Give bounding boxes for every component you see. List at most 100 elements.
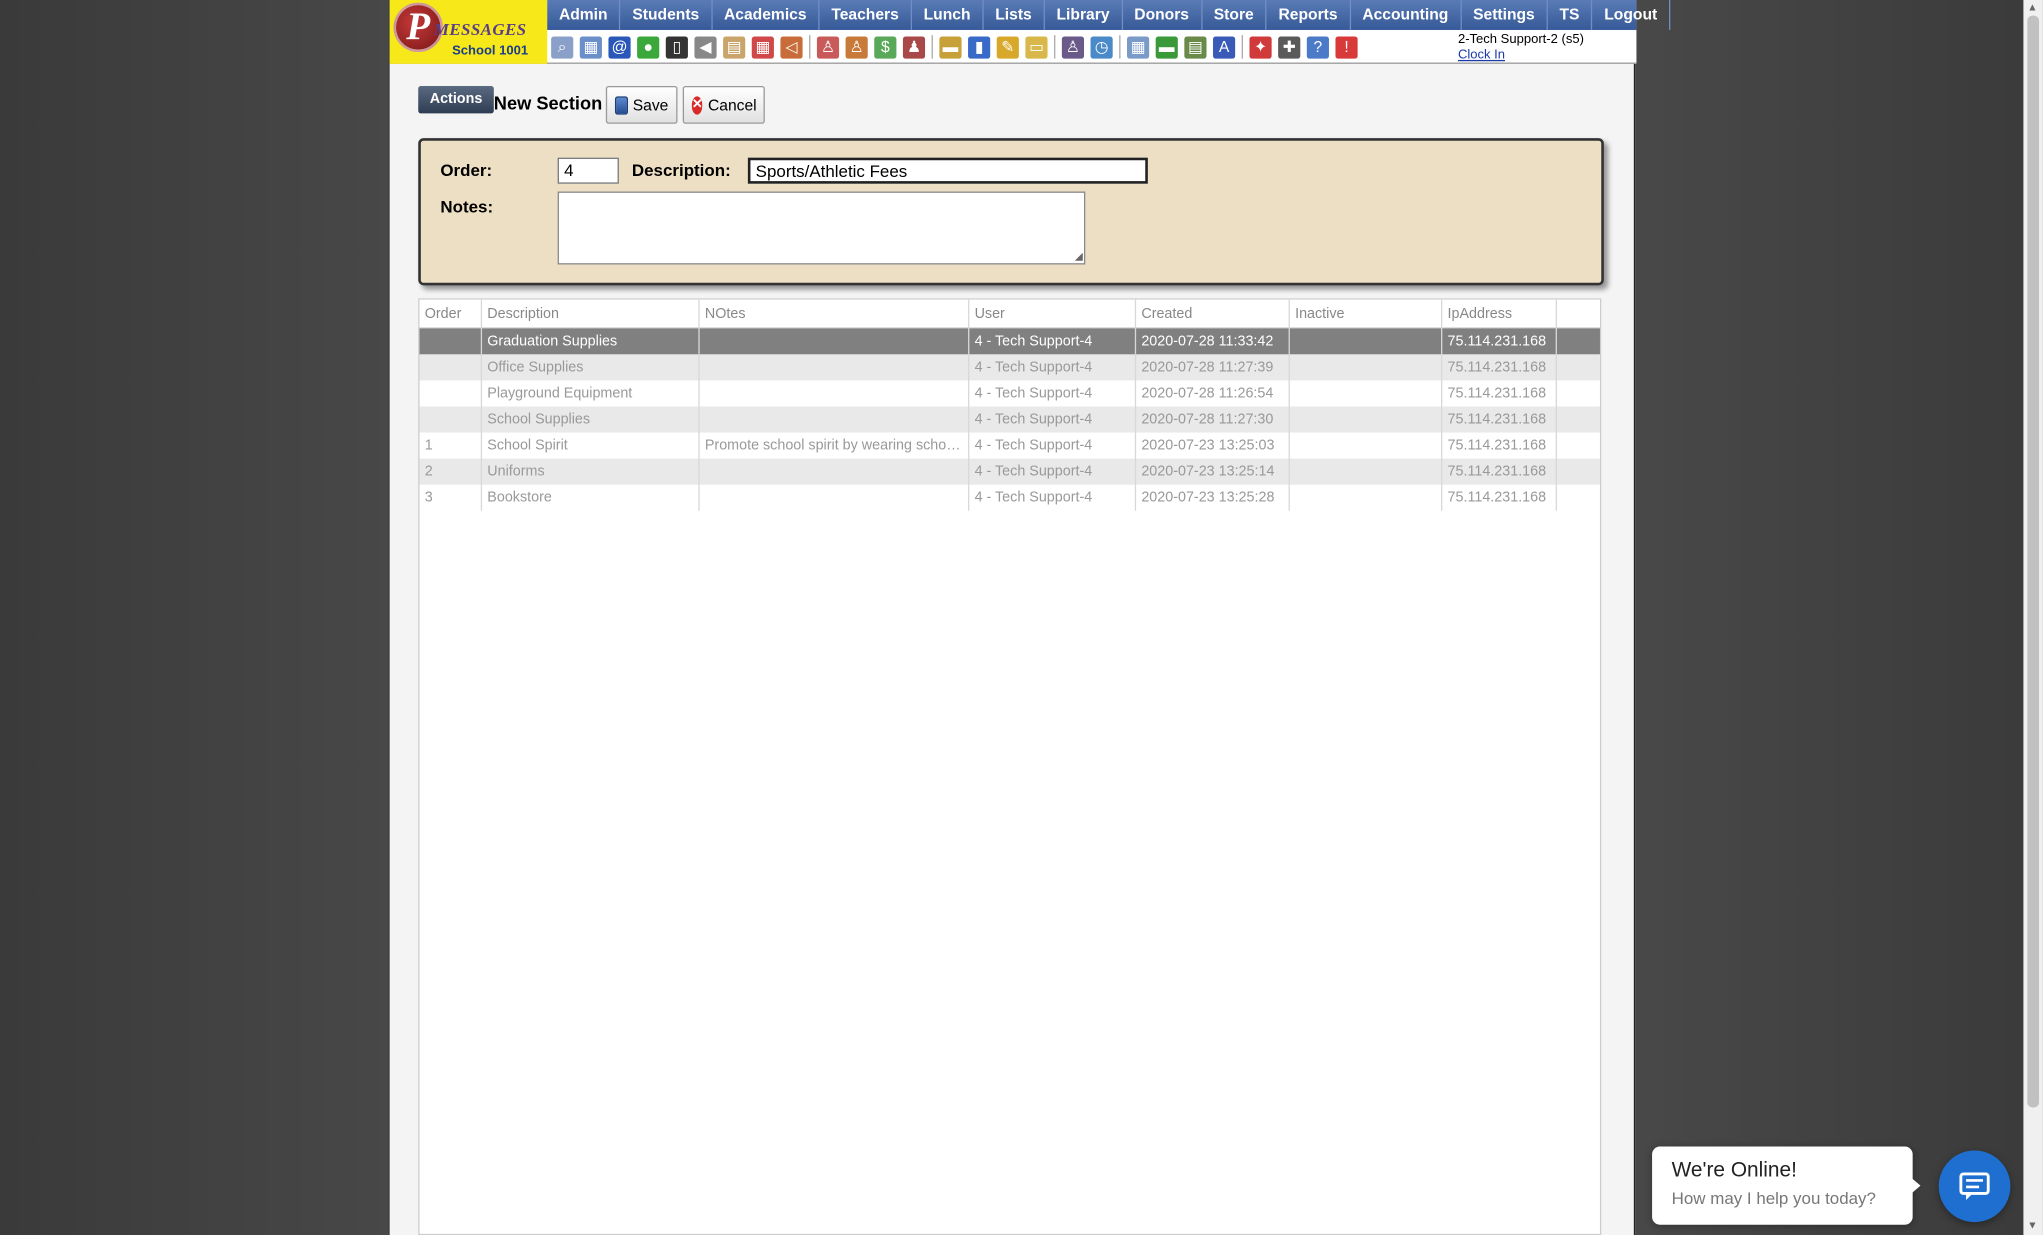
- cell-order: [420, 380, 483, 407]
- chat-subtitle: How may I help you today?: [1671, 1188, 1876, 1208]
- table-row[interactable]: 1 School Spirit Promote school spirit by w…: [420, 432, 1600, 459]
- table-row[interactable]: School Supplies 4 - Tech Support-4 2020-07…: [419, 406, 1600, 433]
- user-info: 2-Tech Support-2 (s5) Clock In: [1458, 33, 1584, 63]
- menu-item-store[interactable]: Store: [1202, 0, 1267, 30]
- column-header-ipaddress[interactable]: IpAddress: [1442, 299, 1557, 329]
- clock-icon[interactable]: ◷: [1090, 35, 1113, 58]
- table-row[interactable]: 3 Bookstore 4 - Tech Support-4 2020-07-23 1…: [420, 484, 1600, 511]
- search-icon[interactable]: ⌕: [551, 35, 574, 58]
- description-label: Description:: [631, 160, 731, 180]
- help-icon[interactable]: ?: [1306, 35, 1329, 58]
- table-icon[interactable]: ▦: [1127, 35, 1150, 58]
- cell-created: 2020-07-28 11:33:42: [1136, 328, 1290, 355]
- table-row[interactable]: 2 Uniforms 4 - Tech Support-4 2020-07-23 13…: [419, 458, 1600, 485]
- menu-item-settings[interactable]: Settings: [1461, 0, 1548, 30]
- save-label: Save: [632, 95, 669, 115]
- column-header-description[interactable]: Description: [482, 299, 700, 329]
- cell-description: Office Supplies: [482, 354, 700, 381]
- cell-ip: 75.114.231.168: [1442, 458, 1557, 485]
- megaphone-icon[interactable]: ◁: [780, 35, 803, 58]
- order-label: Order:: [440, 160, 493, 180]
- table-row[interactable]: Office Supplies 4 - Tech Support-4 2020-07…: [419, 354, 1600, 381]
- column-header-created[interactable]: Created: [1136, 299, 1290, 329]
- menu-item-academics[interactable]: Academics: [712, 0, 820, 30]
- menu-item-lunch[interactable]: Lunch: [912, 0, 984, 30]
- toolbar-separator: [809, 35, 811, 59]
- cell-notes: Promote school spirit by wearing schoo..…: [700, 432, 970, 459]
- table-row[interactable]: Playground Equipment 4 - Tech Support-4 20…: [420, 380, 1600, 407]
- cell-description: Uniforms: [482, 458, 700, 485]
- cell-ip: 75.114.231.168: [1442, 328, 1557, 355]
- page-title: New Section: [493, 92, 603, 114]
- cell-created: 2020-07-23 13:25:28: [1136, 484, 1290, 511]
- save-button[interactable]: Save: [605, 85, 678, 124]
- order-field[interactable]: 4: [557, 157, 619, 184]
- menu-item-accounting[interactable]: Accounting: [1351, 0, 1462, 30]
- person-icon[interactable]: ♙: [1061, 35, 1085, 58]
- teacher-icon[interactable]: ♙: [845, 35, 868, 58]
- scroll-up-icon[interactable]: ▲: [2027, 1, 2037, 13]
- chat-icon[interactable]: ●: [637, 35, 660, 58]
- book-icon[interactable]: ▮: [968, 35, 991, 58]
- cell-description: School Spirit: [482, 432, 700, 459]
- menu-item-donors[interactable]: Donors: [1123, 0, 1203, 30]
- cell-ip: 75.114.231.168: [1442, 432, 1557, 459]
- pencil-icon[interactable]: ✎: [996, 35, 1019, 58]
- cell-created: 2020-07-23 13:25:03: [1136, 432, 1290, 459]
- cell-extra: [1557, 433, 1599, 459]
- menu-item-library[interactable]: Library: [1045, 0, 1123, 30]
- table-row[interactable]: Graduation Supplies 4 - Tech Support-4 202…: [419, 328, 1600, 355]
- tools-icon[interactable]: ✚: [1278, 35, 1301, 58]
- power-icon[interactable]: !: [1335, 35, 1358, 58]
- column-header-order[interactable]: Order: [420, 299, 483, 329]
- notes-textarea[interactable]: ◢: [557, 191, 1086, 265]
- menu-item-reports[interactable]: Reports: [1267, 0, 1351, 30]
- menu-item-teachers[interactable]: Teachers: [820, 0, 912, 30]
- scroll-down-icon[interactable]: ▼: [2027, 1220, 2037, 1232]
- pdf-icon[interactable]: ✦: [1249, 35, 1272, 58]
- column-header-user[interactable]: User: [969, 299, 1137, 329]
- menu-item-admin[interactable]: Admin: [547, 0, 621, 30]
- menu-item-lists[interactable]: Lists: [984, 0, 1045, 30]
- grid-icon[interactable]: ▦: [579, 35, 602, 58]
- card-icon[interactable]: ▬: [1155, 35, 1178, 58]
- page-scrollbar[interactable]: ▲ ▼: [2023, 0, 2043, 1235]
- cell-description: School Supplies: [482, 406, 700, 433]
- scroll-thumb[interactable]: [2027, 15, 2040, 1108]
- group-icon[interactable]: ♟: [902, 35, 926, 58]
- cell-user: 4 - Tech Support-4: [969, 484, 1137, 511]
- cell-notes: [700, 380, 970, 407]
- calendar-icon[interactable]: ▦: [751, 35, 774, 58]
- ap-icon[interactable]: A: [1212, 35, 1236, 58]
- cell-inactive: [1290, 380, 1443, 407]
- chat-popup[interactable]: We're Online! How may I help you today?: [1652, 1146, 1921, 1225]
- actions-tab[interactable]: Actions: [418, 85, 494, 114]
- folder-icon[interactable]: ▭: [1025, 35, 1048, 58]
- printer-icon[interactable]: ▤: [1184, 35, 1207, 58]
- column-header-notes[interactable]: NOtes: [700, 299, 970, 329]
- cell-created: 2020-07-28 11:27:39: [1136, 354, 1290, 381]
- chat-launcher-button[interactable]: [1938, 1150, 2011, 1223]
- document-icon[interactable]: ▤: [723, 35, 746, 58]
- resize-grip-icon[interactable]: ◢: [1075, 250, 1083, 262]
- description-field[interactable]: Sports/Athletic Fees: [747, 157, 1148, 184]
- phone-icon[interactable]: ▯: [665, 35, 688, 58]
- cancel-label: Cancel: [707, 95, 757, 115]
- cell-inactive: [1290, 432, 1443, 459]
- menu-item-students[interactable]: Students: [621, 0, 713, 30]
- menu-item-logout[interactable]: Logout: [1593, 0, 1671, 30]
- cell-user: 4 - Tech Support-4: [969, 406, 1137, 433]
- column-header-inactive[interactable]: Inactive: [1290, 299, 1443, 329]
- clock-in-link[interactable]: Clock In: [1458, 48, 1584, 62]
- logo[interactable]: P MESSAGES School 1001: [389, 0, 548, 64]
- money-icon[interactable]: $: [874, 35, 897, 58]
- student-icon[interactable]: ♙: [816, 35, 840, 58]
- cell-order: [420, 406, 483, 433]
- lunch-icon[interactable]: ▬: [939, 35, 962, 58]
- menu-item-ts[interactable]: TS: [1548, 0, 1593, 30]
- email-icon[interactable]: @: [608, 35, 631, 58]
- cancel-button[interactable]: ✕ Cancel: [682, 85, 765, 124]
- school-name: School 1001: [452, 44, 529, 59]
- speaker-icon[interactable]: ◀: [694, 35, 717, 58]
- toolbar-separator: [1241, 35, 1243, 59]
